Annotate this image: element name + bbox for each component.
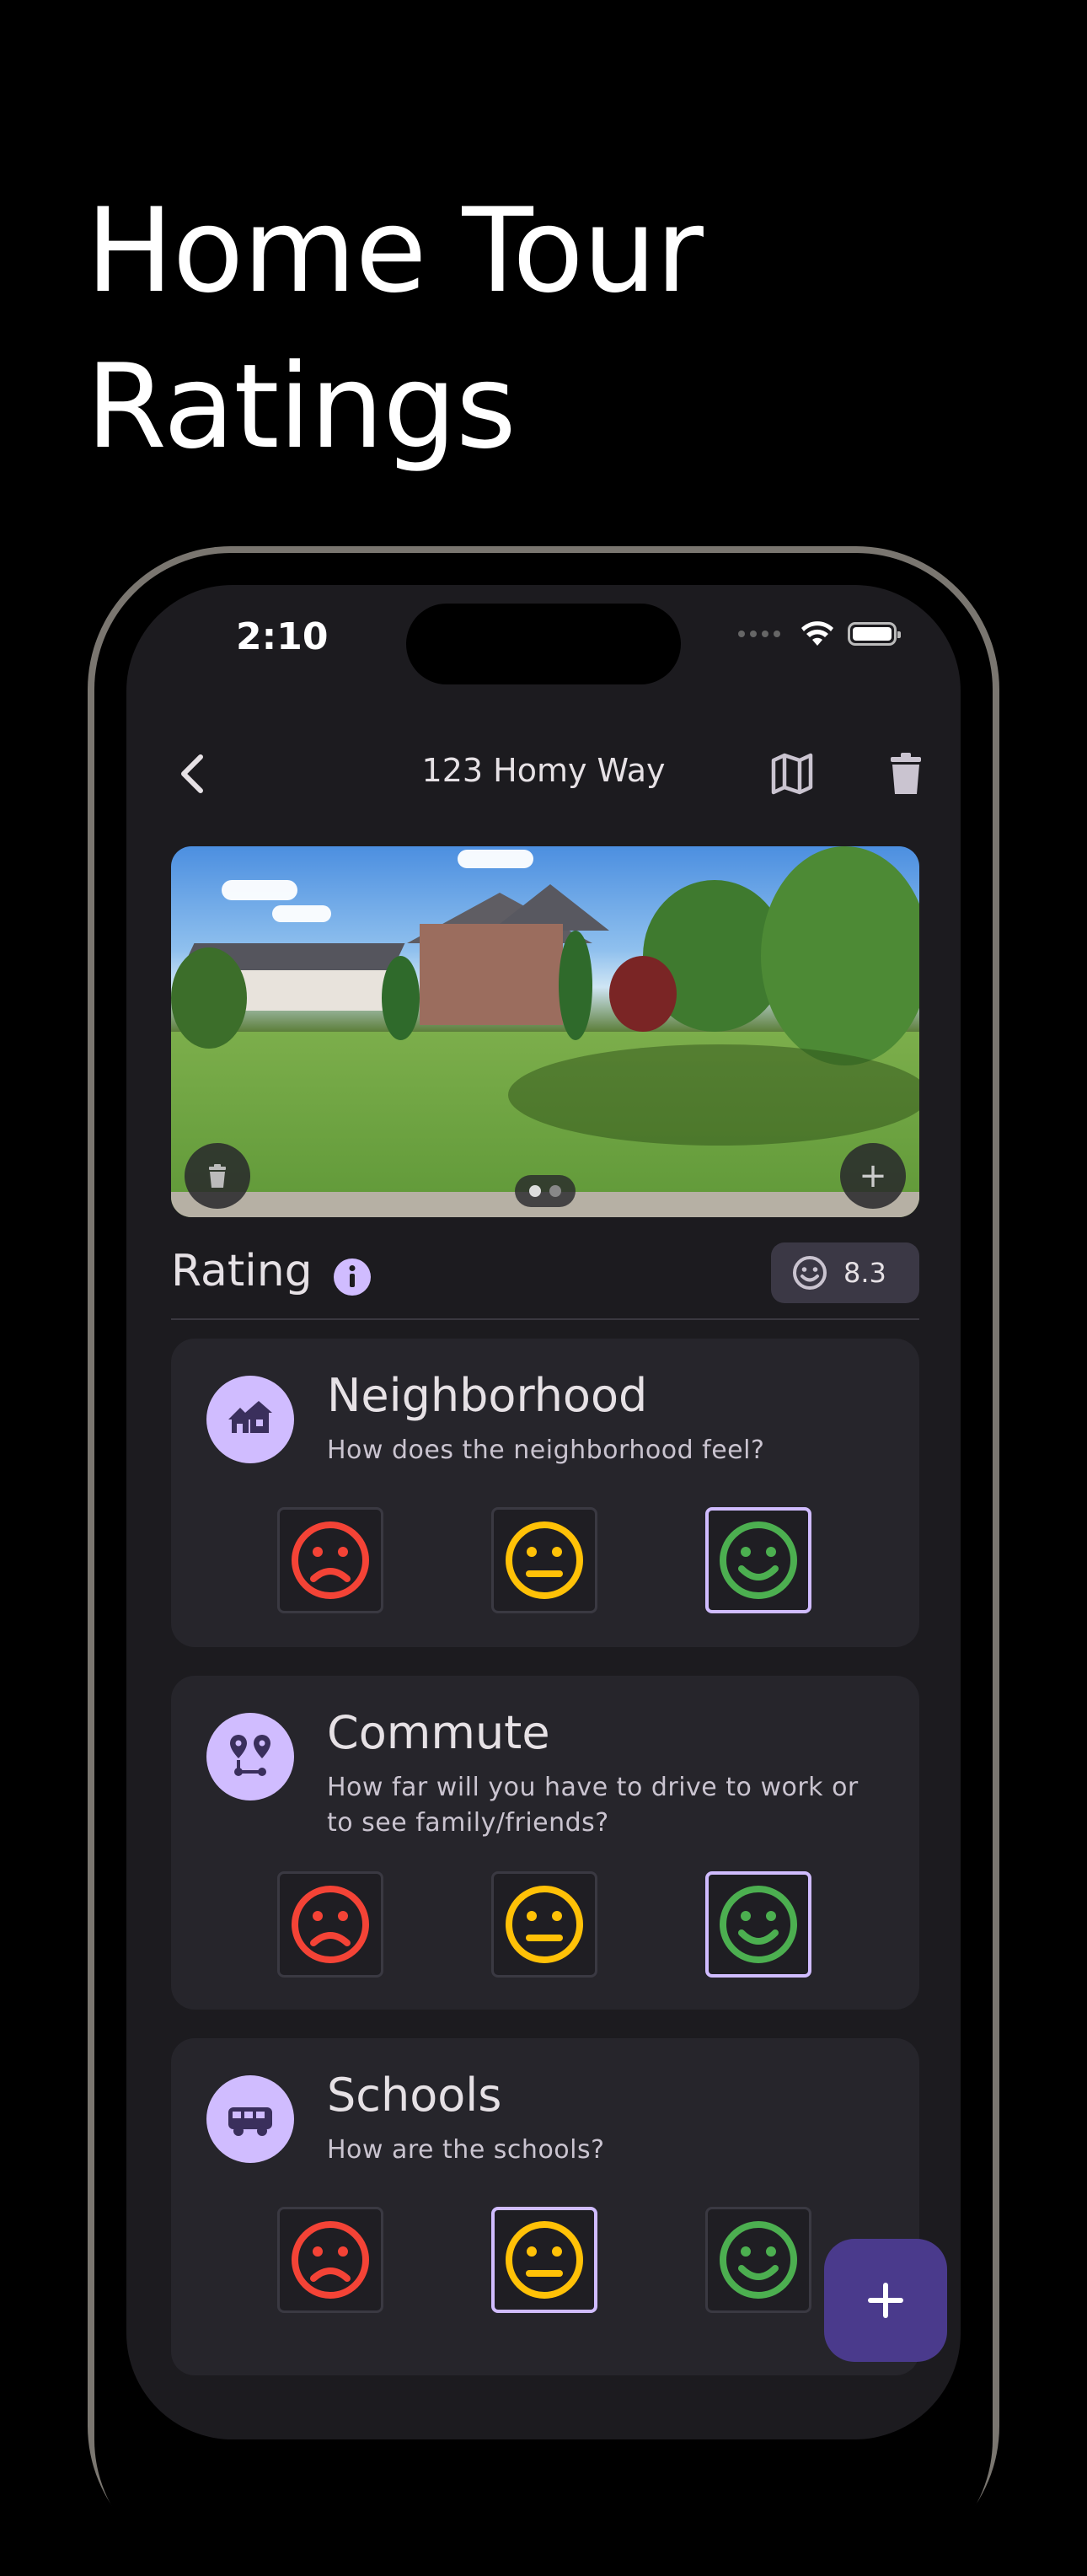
rating-label: Rating xyxy=(171,1246,313,1296)
map-icon xyxy=(771,753,813,795)
page-dot-active xyxy=(529,1185,541,1197)
plus-icon xyxy=(868,2283,903,2318)
house xyxy=(420,924,563,1025)
delete-button[interactable] xyxy=(881,749,931,799)
smile-icon xyxy=(793,1256,827,1290)
card-subtitle: How are the schools? xyxy=(327,2135,605,2165)
rating-neutral-button[interactable] xyxy=(491,2207,597,2313)
rating-options xyxy=(277,2207,813,2313)
card-title: Commute xyxy=(327,1706,550,1759)
trash-icon xyxy=(891,753,921,794)
divider xyxy=(171,1318,919,1320)
sad-face-icon xyxy=(292,2221,369,2299)
page-dot xyxy=(549,1185,561,1197)
rating-good-button[interactable] xyxy=(705,1871,811,1978)
status-time: 2:10 xyxy=(236,615,329,658)
sad-face-icon xyxy=(292,1886,369,1963)
rating-card-neighborhood: Neighborhood How does the neighborhood f… xyxy=(171,1339,919,1647)
sad-face-icon xyxy=(292,1521,369,1599)
rating-card-schools: Schools How are the schools? xyxy=(171,2038,919,2375)
info-icon[interactable] xyxy=(333,1258,372,1296)
rating-good-button[interactable] xyxy=(705,1507,811,1613)
rating-bad-button[interactable] xyxy=(277,1507,383,1613)
add-rating-fab[interactable] xyxy=(824,2239,947,2362)
delete-photo-button[interactable] xyxy=(185,1143,250,1209)
hero-title: Home Tour Ratings xyxy=(86,173,1013,485)
status-icons xyxy=(738,620,901,647)
card-title: Neighborhood xyxy=(327,1369,648,1422)
card-title: Schools xyxy=(327,2069,502,2122)
add-photo-button[interactable]: + xyxy=(840,1143,906,1209)
rating-bad-button[interactable] xyxy=(277,2207,383,2313)
plus-icon: + xyxy=(859,1157,887,1195)
card-subtitle: How does the neighborhood feel? xyxy=(327,1436,765,1465)
dynamic-island xyxy=(406,604,681,684)
neutral-face-icon xyxy=(506,2221,583,2299)
card-subtitle: How far will you have to drive to work o… xyxy=(327,1773,859,1838)
score-value: 8.3 xyxy=(843,1257,886,1289)
app-bar: 123 Homy Way xyxy=(126,737,961,804)
rating-header: Rating 8.3 xyxy=(171,1239,919,1307)
map-button[interactable] xyxy=(767,749,817,799)
trash-icon xyxy=(209,1164,226,1188)
neutral-face-icon xyxy=(506,1886,583,1963)
battery-icon xyxy=(848,622,901,646)
rating-options xyxy=(277,1871,813,1978)
rating-bad-button[interactable] xyxy=(277,1871,383,1978)
neighborhood-icon xyxy=(206,1376,294,1463)
rating-card-commute: Commute How far will you have to drive t… xyxy=(171,1676,919,2010)
photo-page-indicator xyxy=(515,1175,576,1207)
rating-neutral-button[interactable] xyxy=(491,1871,597,1978)
signal-icon xyxy=(738,631,780,637)
wifi-icon xyxy=(801,621,833,646)
hero-title-line1: Home Tour xyxy=(86,183,704,319)
score-chip[interactable]: 8.3 xyxy=(771,1242,919,1303)
rating-neutral-button[interactable] xyxy=(491,1507,597,1613)
commute-icon xyxy=(206,1713,294,1801)
phone-screen: 2:10 123 Homy Way + Rating 8.3 Neighborh… xyxy=(126,585,961,2439)
neutral-face-icon xyxy=(506,1521,583,1599)
happy-face-icon xyxy=(720,1521,797,1599)
page-title: 123 Homy Way xyxy=(421,752,666,789)
happy-face-icon xyxy=(720,2221,797,2299)
bus-icon xyxy=(206,2075,294,2163)
hero-title-line2: Ratings xyxy=(86,339,517,475)
rating-good-button[interactable] xyxy=(705,2207,811,2313)
rating-options xyxy=(277,1507,813,1613)
house-photo[interactable]: + xyxy=(171,846,919,1217)
happy-face-icon xyxy=(720,1886,797,1963)
